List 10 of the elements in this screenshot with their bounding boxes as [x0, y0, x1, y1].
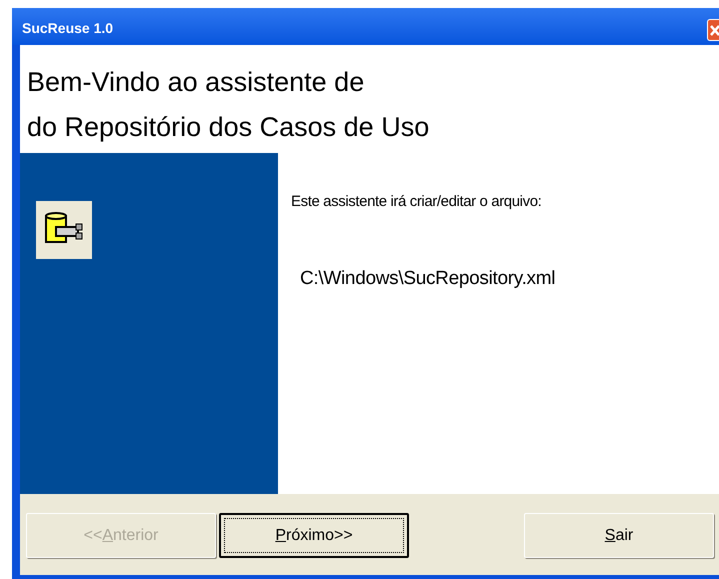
heading-line: do Repositório dos Casos de Uso [27, 111, 430, 144]
database-icon [36, 201, 92, 259]
close-button[interactable] [707, 18, 719, 40]
wizard-button[interactable]: Sair [524, 513, 714, 558]
file-path: C:\Windows\SucRepository.xml [300, 266, 556, 290]
close-icon [710, 24, 719, 36]
wizard-button[interactable]: Próximo>> [219, 513, 409, 558]
window-title: SucReuse 1.0 [21, 19, 114, 38]
heading-line: Bem-Vindo ao assistente de [27, 66, 366, 99]
info-text: Este assistente irá criar/editar o arquivo: [291, 192, 542, 212]
